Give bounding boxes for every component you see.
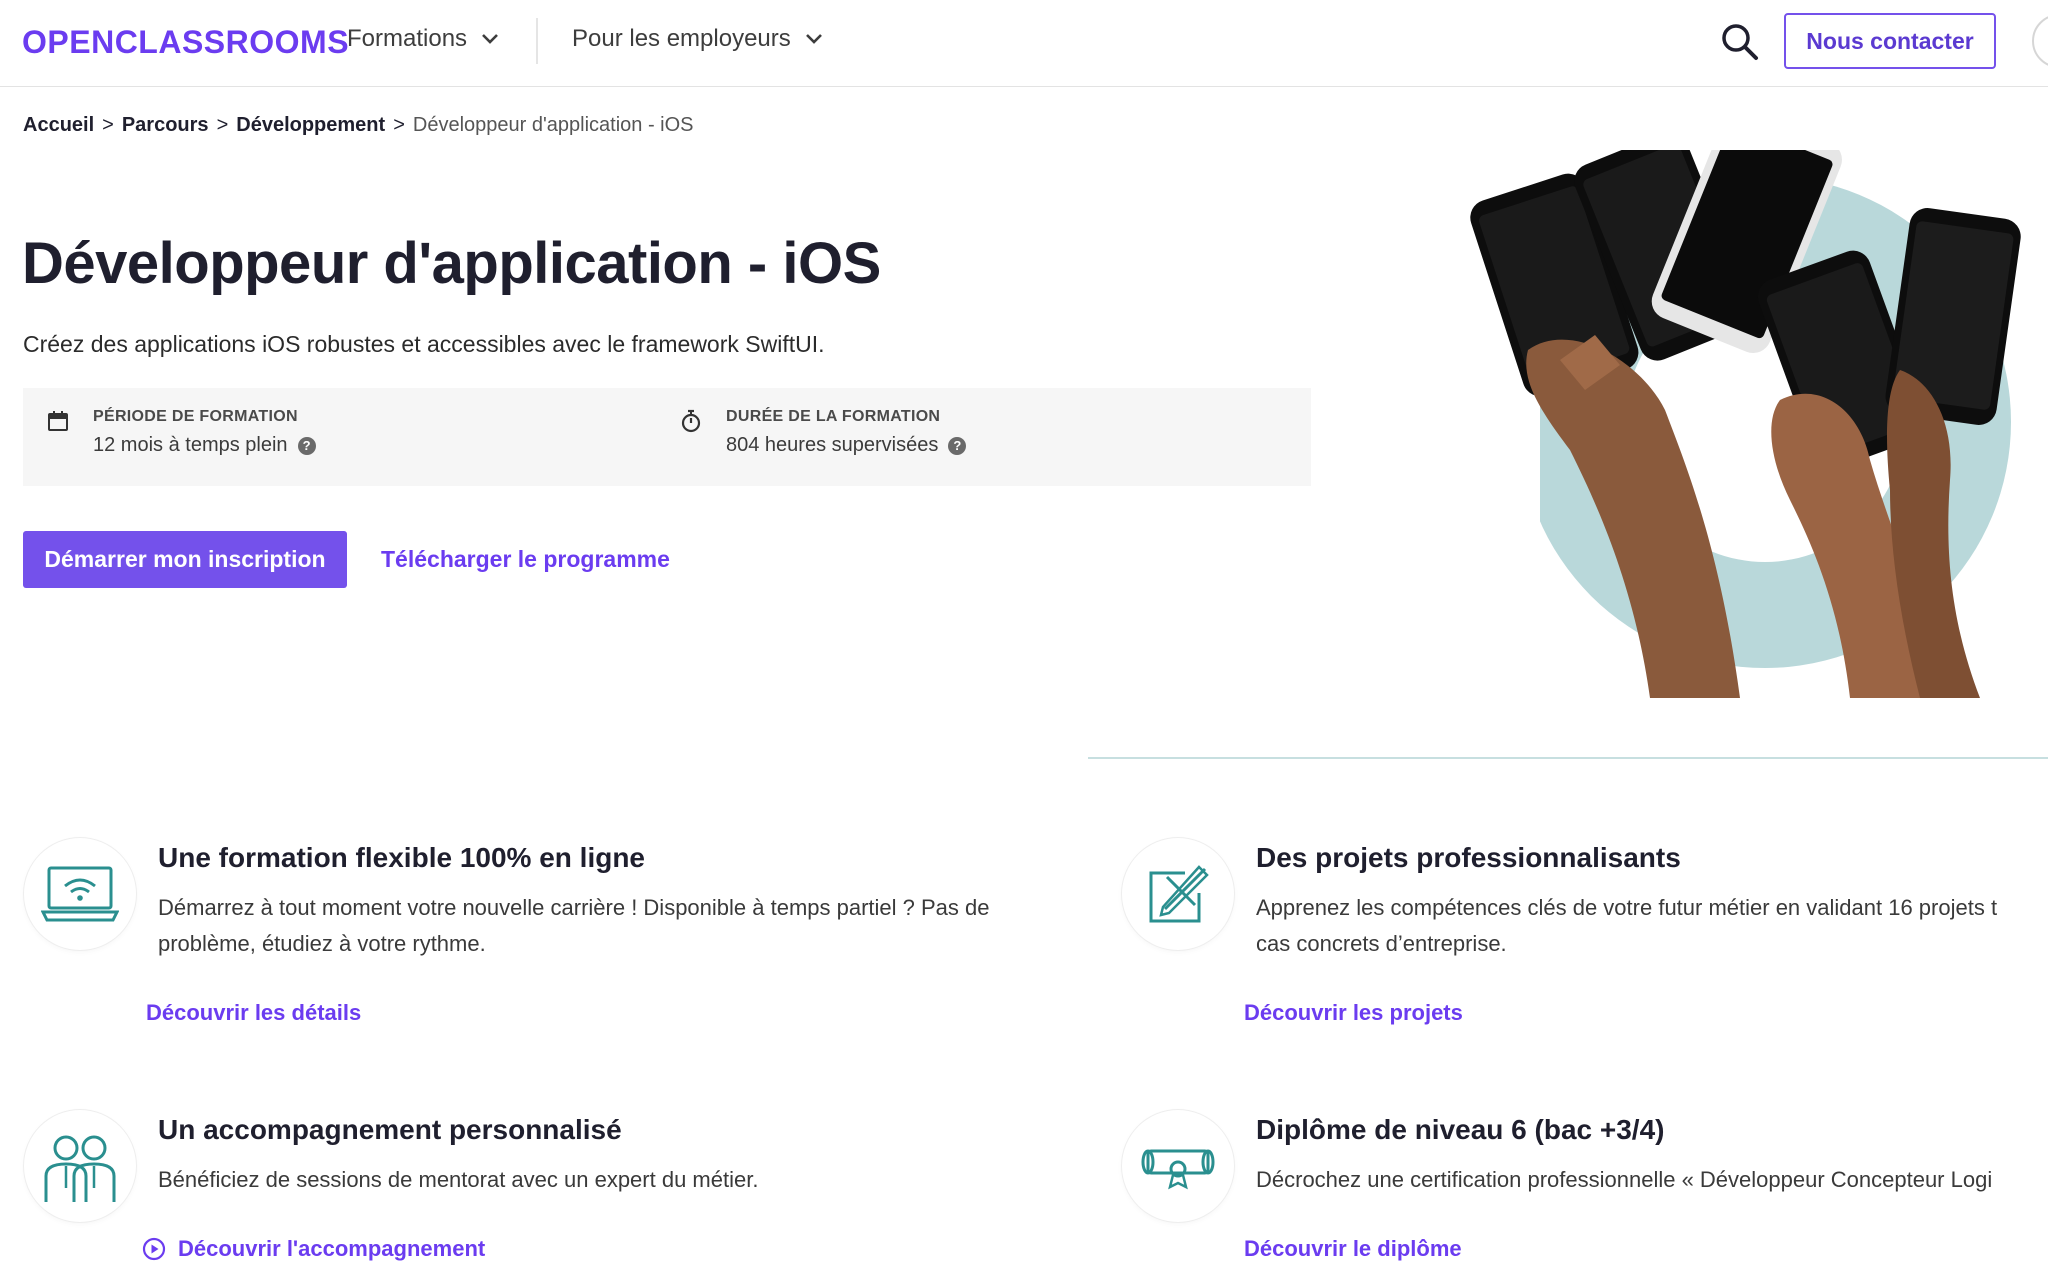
- breadcrumb-separator: >: [216, 114, 229, 136]
- page-title: Développeur d'application - iOS: [22, 231, 881, 296]
- diploma-icon: [1141, 1149, 1215, 1190]
- search-button[interactable]: [1718, 20, 1762, 64]
- section-divider: [1088, 757, 2048, 759]
- nav-divider: [536, 18, 538, 64]
- download-program-link[interactable]: Télécharger le programme: [381, 546, 670, 573]
- calendar-icon: [48, 411, 68, 431]
- nav-formations-label: Formations: [347, 25, 468, 52]
- feature-description: Apprenez les compétences clés de votre f…: [1256, 895, 1998, 920]
- duration-label: DURÉE DE LA FORMATION: [726, 408, 941, 425]
- feature-title: Une formation flexible 100% en ligne: [158, 842, 646, 873]
- chevron-down-icon: [482, 34, 498, 44]
- top-header: OPENCLASSROOMS Formations Pour les emplo…: [0, 0, 2048, 87]
- discover-diploma-link[interactable]: Découvrir le diplôme: [1244, 1236, 1462, 1262]
- discover-mentoring-label: Découvrir l'accompagnement: [178, 1236, 486, 1261]
- breadcrumb-developpement[interactable]: Développement: [236, 114, 385, 137]
- nav-employeurs[interactable]: Pour les employeurs: [572, 25, 823, 53]
- feature-description: problème, étudiez à votre rythme.: [158, 931, 486, 956]
- mentors-icon: [44, 1135, 116, 1202]
- training-period: PÉRIODE DE FORMATION 12 mois à temps ple…: [47, 408, 316, 457]
- feature-description: Bénéficiez de sessions de mentorat avec …: [158, 1167, 759, 1192]
- search-icon: [1722, 24, 1758, 60]
- page-subtitle: Créez des applications iOS robustes et a…: [23, 331, 825, 357]
- nav-formations[interactable]: Formations: [347, 25, 499, 53]
- feature-icon-circle: [24, 838, 136, 950]
- nav-employeurs-label: Pour les employeurs: [572, 25, 791, 52]
- breadcrumb-separator: >: [393, 114, 405, 136]
- discover-projects-link[interactable]: Découvrir les projets: [1244, 1000, 1463, 1026]
- training-duration: DURÉE DE LA FORMATION 804 heures supervi…: [680, 408, 967, 457]
- feature-icon-circle: [1122, 838, 1234, 950]
- discover-details-link[interactable]: Découvrir les détails: [146, 1000, 361, 1026]
- duration-value: 804 heures supervisées: [726, 434, 939, 456]
- breadcrumb-separator: >: [102, 114, 114, 136]
- account-avatar[interactable]: [2032, 14, 2048, 68]
- feature-title: Des projets professionnalisants: [1256, 842, 1681, 873]
- feature-icon-circle: [1122, 1110, 1234, 1222]
- feature-title: Un accompagnement personnalisé: [158, 1114, 622, 1145]
- feature-icon-circle: [24, 1110, 136, 1222]
- hero-phones-image: [1420, 150, 2021, 698]
- training-info-box: PÉRIODE DE FORMATION 12 mois à temps ple…: [23, 388, 1311, 486]
- feature-title: Diplôme de niveau 6 (bac +3/4): [1256, 1114, 1665, 1145]
- discover-mentoring-link[interactable]: Découvrir l'accompagnement: [142, 1236, 485, 1262]
- help-icon[interactable]: ?: [948, 436, 967, 455]
- feature-description: cas concrets d’entreprise.: [1256, 931, 1507, 956]
- start-enrollment-button[interactable]: Démarrer mon inscription: [23, 531, 347, 588]
- design-tools-icon: [1149, 865, 1209, 923]
- period-label: PÉRIODE DE FORMATION: [93, 408, 298, 425]
- feature-description: Démarrez à tout moment votre nouvelle ca…: [158, 895, 990, 920]
- chevron-down-icon: [805, 34, 822, 44]
- breadcrumb-parcours[interactable]: Parcours: [122, 114, 209, 137]
- feature-description: Décrochez une certification professionne…: [1256, 1167, 1993, 1192]
- play-circle-icon: [142, 1237, 166, 1261]
- period-value: 12 mois à temps plein: [93, 434, 288, 456]
- contact-button[interactable]: Nous contacter: [1784, 13, 1996, 69]
- stopwatch-icon: [681, 409, 701, 433]
- help-icon[interactable]: ?: [297, 436, 316, 455]
- openclassrooms-logo[interactable]: OPENCLASSROOMS: [22, 24, 349, 61]
- breadcrumb-current: Développeur d'application - iOS: [412, 114, 694, 136]
- breadcrumb: Accueil > Parcours > Développement > Dév…: [23, 114, 694, 137]
- laptop-wifi-icon: [41, 866, 119, 922]
- breadcrumb-accueil[interactable]: Accueil: [23, 114, 94, 137]
